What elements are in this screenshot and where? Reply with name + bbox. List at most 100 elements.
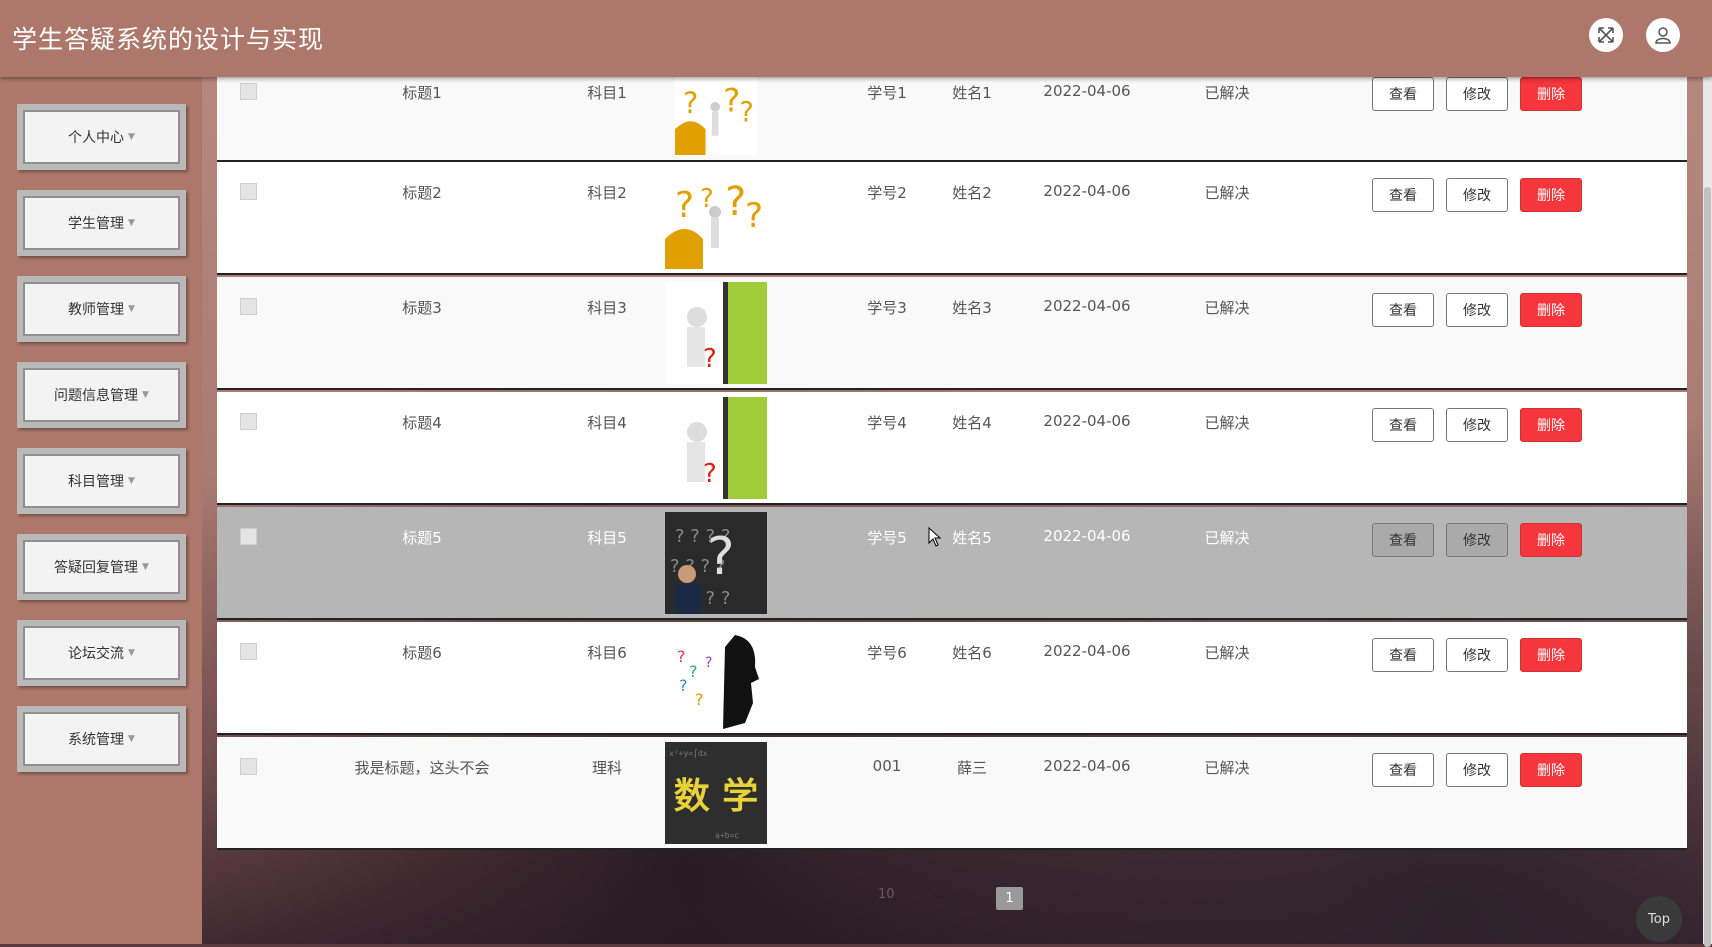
name-cell: 姓名4 — [952, 414, 992, 432]
delete-button[interactable]: 删除 — [1520, 293, 1582, 327]
chevron-down-icon: ⌄ — [932, 888, 942, 901]
table-row: 标题5 科目5 ? ? ? ?? ? ? ?? ? ? ?? 学号5 姓名5 2… — [217, 507, 1687, 620]
sidebar-item-system-management[interactable]: 系统管理 ▼ — [17, 706, 186, 772]
name-cell: 姓名1 — [952, 84, 992, 102]
scrollbar[interactable] — [1703, 77, 1712, 947]
sidebar-item-forum[interactable]: 论坛交流 ▼ — [17, 620, 186, 686]
sidebar-item-personal-center[interactable]: 个人中心 ▼ — [17, 104, 186, 170]
view-button[interactable]: 查看 — [1372, 178, 1434, 212]
caret-down-icon: ▼ — [128, 304, 135, 314]
student-id-cell: 学号3 — [867, 299, 907, 317]
sidebar-item-question-management[interactable]: 问题信息管理 ▼ — [17, 362, 186, 428]
mouse-cursor-icon — [928, 527, 942, 547]
svg-text:?: ? — [707, 527, 735, 587]
image-text: 数 学 — [674, 775, 759, 817]
page-size-select[interactable]: 10 ⌄ — [878, 887, 942, 902]
view-button[interactable]: 查看 — [1372, 293, 1434, 327]
delete-button[interactable]: 删除 — [1520, 178, 1582, 212]
sidebar-item-teacher-management[interactable]: 教师管理 ▼ — [17, 276, 186, 342]
svg-text:?: ? — [675, 185, 694, 226]
title-cell: 标题1 — [402, 84, 442, 102]
edit-button[interactable]: 修改 — [1446, 523, 1508, 557]
view-button[interactable]: 查看 — [1372, 753, 1434, 787]
view-button[interactable]: 查看 — [1372, 523, 1434, 557]
view-button[interactable]: 查看 — [1372, 408, 1434, 442]
row-checkbox[interactable] — [240, 758, 257, 775]
svg-text:?: ? — [703, 459, 717, 489]
table-row: 标题3 科目3 ? 学号3 姓名3 2022-04-06 已解决 查看 修改 删… — [217, 277, 1687, 390]
status-cell: 已解决 — [1204, 759, 1250, 777]
svg-text:?: ? — [725, 179, 746, 225]
edit-button[interactable]: 修改 — [1446, 638, 1508, 672]
edit-button[interactable]: 修改 — [1446, 178, 1508, 212]
student-id-cell: 学号2 — [867, 184, 907, 202]
caret-down-icon: ▼ — [128, 734, 135, 744]
view-button[interactable]: 查看 — [1372, 638, 1434, 672]
svg-text:?: ? — [677, 647, 686, 666]
caret-down-icon: ▼ — [142, 562, 149, 572]
date-cell: 2022-04-06 — [1043, 412, 1131, 430]
caret-down-icon: ▼ — [128, 648, 135, 658]
status-cell: 已解决 — [1204, 644, 1250, 662]
delete-button[interactable]: 删除 — [1520, 753, 1582, 787]
sidebar-item-label: 学生管理 — [68, 216, 125, 232]
app-title: 学生答疑系统的设计与实现 — [12, 25, 325, 54]
edit-button[interactable]: 修改 — [1446, 77, 1508, 111]
view-button[interactable]: 查看 — [1372, 77, 1434, 111]
row-checkbox[interactable] — [240, 413, 257, 430]
subject-cell: 科目6 — [587, 644, 627, 662]
page-size-value: 10 — [878, 887, 895, 902]
row-checkbox[interactable] — [240, 83, 257, 100]
caret-down-icon: ▼ — [128, 132, 135, 142]
question-table: 标题1 科目1 ??? 学号1 姓名1 2022-04-06 已解决 查看 修改… — [217, 47, 1687, 860]
question-image: ? — [665, 397, 767, 499]
sidebar-item-subject-management[interactable]: 科目管理 ▼ — [17, 448, 186, 514]
subject-cell: 科目3 — [587, 299, 627, 317]
page-number-button[interactable]: 1 — [996, 887, 1023, 910]
title-cell: 标题2 — [402, 184, 442, 202]
student-id-cell: 学号4 — [867, 414, 907, 432]
subject-cell: 科目1 — [587, 84, 627, 102]
caret-down-icon: ▼ — [128, 476, 135, 486]
sidebar-item-student-management[interactable]: 学生管理 ▼ — [17, 190, 186, 256]
status-cell: 已解决 — [1204, 529, 1250, 547]
svg-text:a+b=c: a+b=c — [715, 831, 739, 840]
sidebar-item-label: 系统管理 — [68, 732, 125, 748]
status-cell: 已解决 — [1204, 299, 1250, 317]
page-number: 1 — [1005, 891, 1014, 906]
row-checkbox[interactable] — [240, 643, 257, 660]
question-image: ??? — [665, 73, 767, 155]
edit-button[interactable]: 修改 — [1446, 408, 1508, 442]
title-cell: 标题6 — [402, 644, 442, 662]
student-id-cell: 学号1 — [867, 84, 907, 102]
edit-button[interactable]: 修改 — [1446, 753, 1508, 787]
back-to-top-button[interactable]: Top — [1636, 896, 1682, 942]
user-icon — [1655, 27, 1671, 44]
title-cell: 我是标题，这头不会 — [354, 759, 490, 777]
row-checkbox[interactable] — [240, 298, 257, 315]
edit-button[interactable]: 修改 — [1446, 293, 1508, 327]
delete-button[interactable]: 删除 — [1520, 523, 1582, 557]
user-button[interactable] — [1646, 18, 1680, 52]
student-id-cell: 001 — [872, 757, 902, 775]
fullscreen-button[interactable] — [1589, 18, 1623, 52]
question-image: ? — [665, 282, 767, 384]
svg-text:?: ? — [745, 196, 763, 236]
sidebar-item-label: 论坛交流 — [68, 646, 125, 662]
date-cell: 2022-04-06 — [1043, 297, 1131, 315]
row-checkbox[interactable] — [240, 183, 257, 200]
delete-button[interactable]: 删除 — [1520, 638, 1582, 672]
scrollbar-thumb[interactable] — [1704, 187, 1711, 947]
date-cell: 2022-04-06 — [1043, 757, 1131, 775]
table-row: 标题4 科目4 ? 学号4 姓名4 2022-04-06 已解决 查看 修改 删… — [217, 392, 1687, 505]
date-cell: 2022-04-06 — [1043, 82, 1131, 100]
student-id-cell: 学号5 — [867, 529, 907, 547]
svg-text:?: ? — [723, 82, 740, 120]
delete-button[interactable]: 删除 — [1520, 77, 1582, 111]
subject-cell: 科目5 — [587, 529, 627, 547]
row-checkbox[interactable] — [240, 528, 257, 545]
sidebar-item-reply-management[interactable]: 答疑回复管理 ▼ — [17, 534, 186, 600]
delete-button[interactable]: 删除 — [1520, 408, 1582, 442]
svg-text:?: ? — [679, 676, 688, 695]
back-to-top-label: Top — [1648, 911, 1670, 927]
